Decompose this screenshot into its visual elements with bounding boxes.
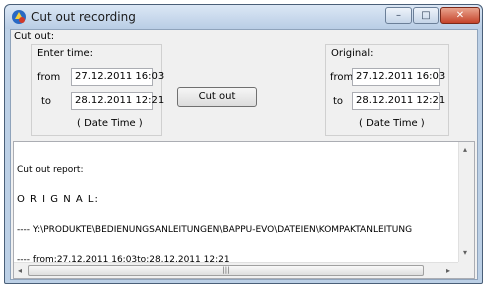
cut-out-report-box[interactable]: Cut out report: O R I G N A L: ---- Y:\P… xyxy=(13,141,475,279)
report-label: Cut out report: xyxy=(17,165,84,175)
scroll-grip-icon: ||| xyxy=(222,266,230,274)
scroll-down-icon[interactable]: ▾ xyxy=(463,248,467,257)
horizontal-scrollbar[interactable]: ◂ ||| ▸ xyxy=(14,262,458,278)
original-label: Original: xyxy=(331,48,374,59)
close-icon: ✕ xyxy=(455,10,465,21)
app-icon xyxy=(12,10,26,24)
vertical-scrollbar[interactable]: ▴ ▾ xyxy=(458,142,474,262)
window-title: Cut out recording xyxy=(31,10,136,24)
scroll-right-icon[interactable]: ▸ xyxy=(446,266,450,275)
original-to-label: to xyxy=(333,96,344,107)
cut-to-input[interactable]: 28.12.2011 12:21 xyxy=(71,92,164,110)
original-to-input[interactable]: 28.12.2011 12:21 xyxy=(352,92,445,110)
title-bar[interactable]: Cut out recording – □ ✕ xyxy=(5,5,482,29)
report-line: O R I G N A L: xyxy=(17,194,99,205)
window-client-area: Cut out: Enter time: from 27.12.2011 16:… xyxy=(10,29,478,280)
horizontal-scroll-thumb[interactable]: ||| xyxy=(28,265,424,276)
cut-out-group-label: Cut out: xyxy=(14,31,55,42)
cut-format-hint: ( Date Time ) xyxy=(77,118,143,129)
cut-from-label: from xyxy=(37,72,61,83)
original-from-input[interactable]: 27.12.2011 16:03 xyxy=(352,68,445,86)
cut-out-recording-window: Cut out recording – □ ✕ Cut out: Enter t… xyxy=(4,4,483,284)
close-button[interactable]: ✕ xyxy=(440,7,480,24)
maximize-button[interactable]: □ xyxy=(413,7,439,24)
original-format-hint: ( Date Time ) xyxy=(359,118,425,129)
cut-from-input[interactable]: 27.12.2011 16:03 xyxy=(71,68,164,86)
maximize-icon: □ xyxy=(421,10,431,21)
cut-to-label: to xyxy=(41,96,52,107)
cut-out-button[interactable]: Cut out xyxy=(177,87,257,107)
scroll-up-icon[interactable]: ▴ xyxy=(463,145,467,154)
minimize-icon: – xyxy=(396,10,401,21)
original-from-label: from xyxy=(330,72,354,83)
report-text: Cut out report: O R I G N A L: ---- Y:\P… xyxy=(17,145,457,278)
report-line: ---- Y:\PRODUKTE\BEDIENUNGSANLEITUNGEN\B… xyxy=(17,225,413,235)
enter-time-label: Enter time: xyxy=(37,48,93,59)
scrollbar-corner xyxy=(458,262,474,278)
minimize-button[interactable]: – xyxy=(385,7,412,24)
scroll-left-icon[interactable]: ◂ xyxy=(18,266,22,275)
